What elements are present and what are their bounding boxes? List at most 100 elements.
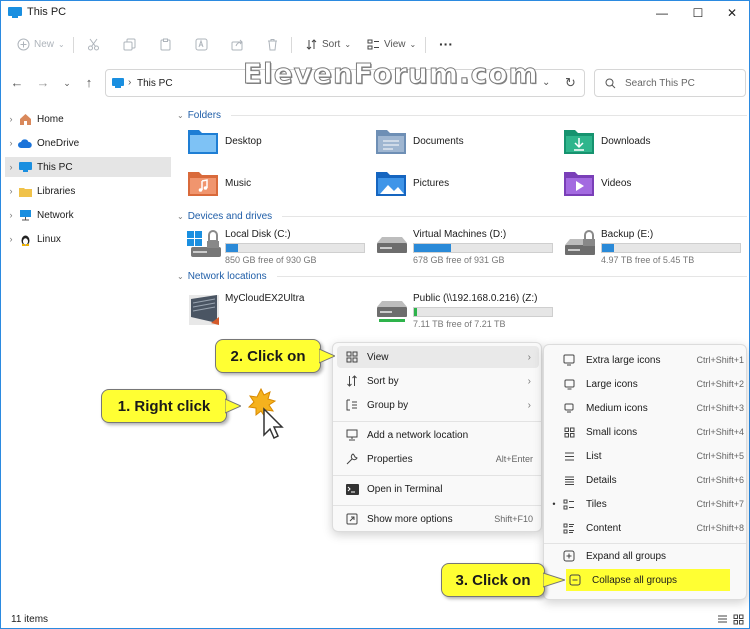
menu-item-add-network-location[interactable]: Add a network location [337,424,539,446]
toolbar-divider [425,37,426,53]
group-by-icon [341,399,363,411]
chevron-right-icon[interactable]: › [5,210,17,220]
group-header-folders[interactable]: ⌄ Folders [177,110,747,121]
menu-item-show-more-options[interactable]: Show more options Shift+F10 [337,508,539,530]
cut-button[interactable] [87,35,100,53]
chevron-right-icon[interactable]: › [5,162,17,172]
submenu-shortcut: Ctrl+Shift+4 [696,427,744,437]
drive-item-e[interactable]: Backup (E:) 4.97 TB free of 5.45 TB [563,227,750,271]
submenu-item-large-icons[interactable]: Large icons Ctrl+Shift+2 [548,373,744,395]
submenu-item-medium-icons[interactable]: Medium icons Ctrl+Shift+3 [548,397,744,419]
menu-item-group-by[interactable]: Group by › [337,394,539,416]
submenu-item-tiles[interactable]: • Tiles Ctrl+Shift+7 [548,493,744,515]
menu-item-open-in-terminal[interactable]: Open in Terminal [337,478,539,500]
folder-item-documents[interactable]: Documents [375,127,464,155]
network-item-public-z[interactable]: Public (\\192.168.0.216) (Z:) 7.11 TB fr… [375,291,565,335]
up-arrow-icon[interactable]: ↑ [81,75,97,91]
drive-item-c[interactable]: Local Disk (C:) 850 GB free of 930 GB [187,227,377,271]
details-view-icon[interactable] [717,614,728,628]
network-drive-icon [377,301,407,322]
group-header-devices[interactable]: ⌄ Devices and drives [177,211,747,222]
submenu-item-extra-large-icons[interactable]: Extra large icons Ctrl+Shift+1 [548,349,744,371]
submenu-item-content[interactable]: Content Ctrl+Shift+8 [548,517,744,539]
chevron-right-icon[interactable]: › [5,114,17,124]
delete-button[interactable] [266,35,279,53]
submenu-shortcut: Ctrl+Shift+1 [696,355,744,365]
submenu-item-small-icons[interactable]: Small icons Ctrl+Shift+4 [548,421,744,443]
expand-groups-icon [560,550,578,562]
breadcrumb[interactable]: This PC [137,78,173,89]
rename-button[interactable] [195,35,208,53]
chevron-right-icon: › [527,399,531,411]
share-button[interactable] [231,35,244,53]
submenu-shortcut: Ctrl+Shift+8 [696,523,744,533]
sidebar-item-linux[interactable]: › Linux [5,229,171,249]
maximize-button[interactable]: ☐ [681,1,715,25]
wrench-icon [341,453,363,465]
menu-item-view[interactable]: View › [337,346,539,368]
item-count: 11 items [11,614,49,625]
more-options-icon [341,513,363,525]
close-button[interactable]: ✕ [715,1,749,25]
callout-pointer-icon [543,572,565,588]
menu-label: Sort by [367,375,399,387]
paste-button[interactable] [159,35,172,53]
submenu-item-details[interactable]: Details Ctrl+Shift+6 [548,469,744,491]
menu-item-properties[interactable]: Properties Alt+Enter [337,448,539,470]
sidebar-item-home[interactable]: › Home [5,109,171,129]
group-divider [276,276,747,277]
menu-item-sort-by[interactable]: Sort by › [337,370,539,392]
chevron-right-icon[interactable]: › [5,234,17,244]
sidebar-item-label: This PC [37,161,73,173]
copy-button[interactable] [123,35,136,53]
submenu-shortcut: Ctrl+Shift+5 [696,451,744,461]
window-title: This PC [27,6,67,18]
new-button[interactable]: New ⌄ [17,35,65,53]
sidebar-item-libraries[interactable]: › Libraries [5,181,171,201]
submenu-label: Expand all groups [586,550,667,562]
network-item-mycloud[interactable]: MyCloudEX2Ultra [187,291,377,335]
chevron-right-icon: › [527,351,531,363]
menu-label: Group by [367,399,409,411]
drive-usage-bar [225,243,365,253]
trash-icon [268,38,277,50]
group-header-network[interactable]: ⌄ Network locations [177,271,747,282]
folder-label: Downloads [601,135,651,147]
drive-item-d[interactable]: Virtual Machines (D:) 678 GB free of 931… [375,227,565,271]
chevron-right-icon[interactable]: › [5,186,17,196]
submenu-item-collapse-all-groups[interactable]: Collapse all groups [566,569,730,591]
sidebar-item-onedrive[interactable]: › OneDrive [5,133,171,153]
group-title: Devices and drives [187,211,273,222]
sidebar-item-label: Libraries [37,185,76,197]
folder-item-pictures[interactable]: Pictures [375,169,449,197]
back-arrow-icon[interactable]: ← [9,75,25,91]
recent-locations-chevron-icon[interactable]: ⌄ [59,75,75,91]
context-menu: View › Sort by › Group by › Add a networ… [332,342,542,532]
sort-button[interactable]: Sort ⌄ [305,35,351,53]
folder-item-videos[interactable]: Videos [563,169,631,197]
submenu-item-expand-all-groups[interactable]: Expand all groups [548,545,744,567]
address-dropdown-icon[interactable]: ⌄ [542,77,550,88]
folder-item-downloads[interactable]: Downloads [563,127,650,155]
view-label: View [384,38,406,50]
folder-item-desktop[interactable]: Desktop [187,127,262,155]
submenu-item-list[interactable]: List Ctrl+Shift+5 [548,445,744,467]
search-input[interactable]: Search This PC [594,69,746,97]
refresh-icon[interactable]: ↻ [565,75,576,91]
pictures-folder-icon [376,172,406,196]
folder-item-music[interactable]: Music [187,169,251,197]
submenu-shortcut: Ctrl+Shift+2 [696,379,744,389]
chevron-right-icon[interactable]: › [5,138,17,148]
forward-arrow-icon[interactable]: → [35,75,51,91]
sidebar-item-this-pc[interactable]: › This PC [5,157,171,177]
sidebar-item-network[interactable]: › Network [5,205,171,225]
selected-bullet-icon: • [552,499,556,509]
see-more-button[interactable]: ··· [439,35,453,53]
search-icon [605,78,616,92]
minimize-button[interactable]: — [645,1,679,25]
drive-name: Public (\\192.168.0.216) (Z:) [413,293,538,304]
clipboard-icon [160,38,171,50]
copy-icon [123,38,136,50]
view-button[interactable]: View ⌄ [367,35,416,53]
tiles-view-icon[interactable] [733,614,744,628]
